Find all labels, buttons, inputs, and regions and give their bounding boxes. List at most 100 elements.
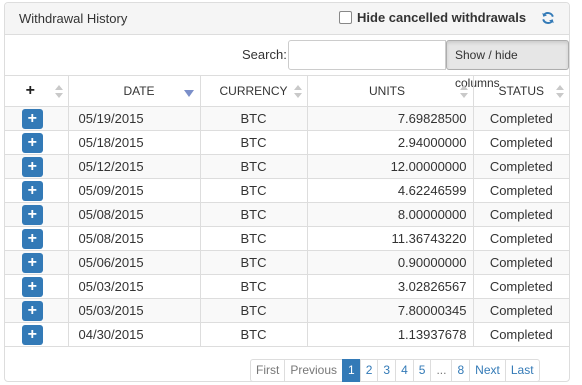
date-cell: 05/19/2015 [68, 106, 201, 131]
search-label: Search: [242, 47, 287, 62]
status-cell: Completed [473, 178, 569, 203]
pagination: First Previous 1 2 3 4 5... 8 Next Last [250, 359, 540, 382]
column-header-currency[interactable]: CURRENCY [200, 75, 308, 107]
table-body: +05/19/2015 BTC 7.69828500 Completed +05/18/… [5, 106, 569, 347]
search-toolbar: Search: Show / hide columns [5, 36, 569, 90]
pagination-item[interactable]: 3 [377, 359, 397, 382]
column-header-expand[interactable]: + [5, 75, 69, 107]
expand-cell: + [5, 298, 69, 323]
table-row: +05/03/2015 BTC 7.80000345 Completed [5, 298, 569, 323]
pagination-item: Previous [284, 359, 344, 382]
date-cell: 05/08/2015 [68, 202, 201, 227]
table-row: +05/19/2015 BTC 7.69828500 Completed [5, 106, 569, 131]
search-input[interactable] [288, 40, 446, 70]
status-cell: Completed [473, 274, 569, 299]
sort-descending-icon [183, 90, 194, 97]
units-cell: 3.02826567 [307, 274, 474, 299]
table-row: +05/06/2015 BTC 0.90000000 Completed [5, 250, 569, 275]
date-cell: 05/18/2015 [68, 130, 201, 155]
expand-row-button[interactable]: + [21, 324, 43, 345]
units-cell: 1.13937678 [307, 322, 474, 347]
refresh-icon[interactable] [541, 11, 555, 25]
column-header-status[interactable]: STATUS [473, 75, 569, 107]
expand-cell: + [5, 226, 69, 251]
pagination-item[interactable]: 1 [342, 359, 361, 382]
pagination-item: ... [430, 359, 453, 382]
status-cell: Completed [473, 226, 569, 251]
expand-row-button[interactable]: + [21, 300, 43, 321]
date-cell: 05/12/2015 [68, 154, 201, 179]
withdrawal-history-panel: Withdrawal History Hide cancelled withdr… [4, 2, 570, 382]
pagination-item[interactable]: Next [469, 359, 506, 382]
currency-cell: BTC [200, 154, 308, 179]
units-cell: 8.00000000 [307, 202, 474, 227]
expand-all-icon: + [25, 82, 35, 99]
expand-cell: + [5, 250, 69, 275]
expand-row-button[interactable]: + [21, 276, 43, 297]
units-cell: 4.62246599 [307, 178, 474, 203]
currency-cell: BTC [200, 298, 308, 323]
pagination-item[interactable]: 5 [412, 359, 432, 382]
currency-cell: BTC [200, 274, 308, 299]
table-row: +05/08/2015 BTC 8.00000000 Completed [5, 202, 569, 227]
units-cell: 2.94000000 [307, 130, 474, 155]
date-cell: 05/09/2015 [68, 178, 201, 203]
column-header-currency-label: CURRENCY [219, 84, 288, 98]
expand-cell: + [5, 154, 69, 179]
column-header-status-label: STATUS [498, 84, 545, 98]
hide-cancelled-toggle[interactable]: Hide cancelled withdrawals [339, 10, 526, 25]
pagination-item: First [250, 359, 286, 382]
column-header-units[interactable]: UNITS [307, 75, 474, 107]
currency-cell: BTC [200, 250, 308, 275]
expand-cell: + [5, 322, 69, 347]
expand-cell: + [5, 130, 69, 155]
currency-cell: BTC [200, 130, 308, 155]
panel-title: Withdrawal History [19, 11, 128, 26]
expand-row-button[interactable]: + [21, 156, 43, 177]
status-cell: Completed [473, 130, 569, 155]
pagination-item[interactable]: Last [504, 359, 540, 382]
currency-cell: BTC [200, 178, 308, 203]
status-cell: Completed [473, 106, 569, 131]
panel-heading: Withdrawal History Hide cancelled withdr… [5, 3, 569, 35]
units-cell: 7.69828500 [307, 106, 474, 131]
table-row: +05/12/2015 BTC 12.00000000 Completed [5, 154, 569, 179]
status-cell: Completed [473, 154, 569, 179]
date-cell: 05/06/2015 [68, 250, 201, 275]
expand-row-button[interactable]: + [21, 204, 43, 225]
expand-cell: + [5, 106, 69, 131]
hide-cancelled-label[interactable]: Hide cancelled withdrawals [357, 10, 526, 25]
status-cell: Completed [473, 298, 569, 323]
currency-cell: BTC [200, 202, 308, 227]
date-cell: 05/03/2015 [68, 298, 201, 323]
sort-icon [556, 85, 564, 99]
status-cell: Completed [473, 202, 569, 227]
pagination-item[interactable]: 8 [451, 359, 471, 382]
status-cell: Completed [473, 250, 569, 275]
table-row: +05/09/2015 BTC 4.62246599 Completed [5, 178, 569, 203]
table-row: +05/08/2015 BTC 11.36743220 Completed [5, 226, 569, 251]
expand-row-button[interactable]: + [21, 108, 43, 129]
expand-row-button[interactable]: + [21, 180, 43, 201]
pagination-item[interactable]: 2 [359, 359, 379, 382]
units-cell: 0.90000000 [307, 250, 474, 275]
hide-cancelled-checkbox[interactable] [339, 11, 352, 24]
sort-icon [459, 85, 468, 99]
date-cell: 05/08/2015 [68, 226, 201, 251]
units-cell: 11.36743220 [307, 226, 474, 251]
column-header-date-label: DATE [123, 84, 155, 98]
status-cell: Completed [473, 322, 569, 347]
column-header-date[interactable]: DATE [68, 75, 201, 107]
table-row: +05/18/2015 BTC 2.94000000 Completed [5, 130, 569, 155]
expand-row-button[interactable]: + [21, 228, 43, 249]
table-row: +05/03/2015 BTC 3.02826567 Completed [5, 274, 569, 299]
currency-cell: BTC [200, 106, 308, 131]
expand-row-button[interactable]: + [21, 132, 43, 153]
show-hide-columns-button[interactable]: Show / hide columns [446, 40, 569, 90]
sort-icon [293, 85, 302, 99]
sort-icon [54, 85, 63, 99]
expand-cell: + [5, 178, 69, 203]
expand-row-button[interactable]: + [21, 252, 43, 273]
pagination-item[interactable]: 4 [395, 359, 414, 382]
expand-cell: + [5, 274, 69, 299]
